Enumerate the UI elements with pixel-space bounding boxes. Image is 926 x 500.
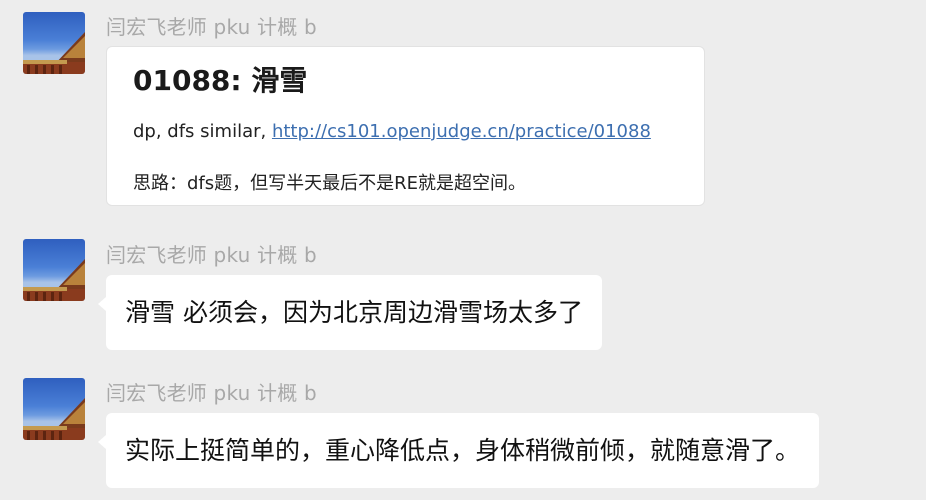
sender-name: 闫宏飞老师 pku 计概 b xyxy=(106,381,317,405)
card-description: dp, dfs similar, http://cs101.openjudge.… xyxy=(133,121,651,142)
avatar[interactable] xyxy=(23,12,85,74)
sender-name: 闫宏飞老师 pku 计概 b xyxy=(106,15,317,39)
problem-link[interactable]: http://cs101.openjudge.cn/practice/01088 xyxy=(272,121,651,142)
sender-name: 闫宏飞老师 pku 计概 b xyxy=(106,243,317,267)
card-title: 01088: 滑雪 xyxy=(133,64,308,97)
link-card[interactable]: 01088: 滑雪 dp, dfs similar, http://cs101.… xyxy=(106,46,705,206)
card-note: 思路：dfs题，但写半天最后不是RE就是超空间。 xyxy=(133,173,527,194)
forbidden-city-avatar-icon xyxy=(23,32,85,74)
message-bubble[interactable]: 滑雪 必须会，因为北京周边滑雪场太多了 xyxy=(98,275,602,350)
message-bubble[interactable]: 实际上挺简单的，重心降低点，身体稍微前倾，就随意滑了。 xyxy=(97,413,820,488)
avatar[interactable] xyxy=(23,378,85,440)
forbidden-city-avatar-icon xyxy=(23,398,85,440)
avatar[interactable] xyxy=(23,239,85,301)
card-tags: dp, dfs similar, xyxy=(133,121,272,142)
forbidden-city-avatar-icon xyxy=(23,259,85,301)
